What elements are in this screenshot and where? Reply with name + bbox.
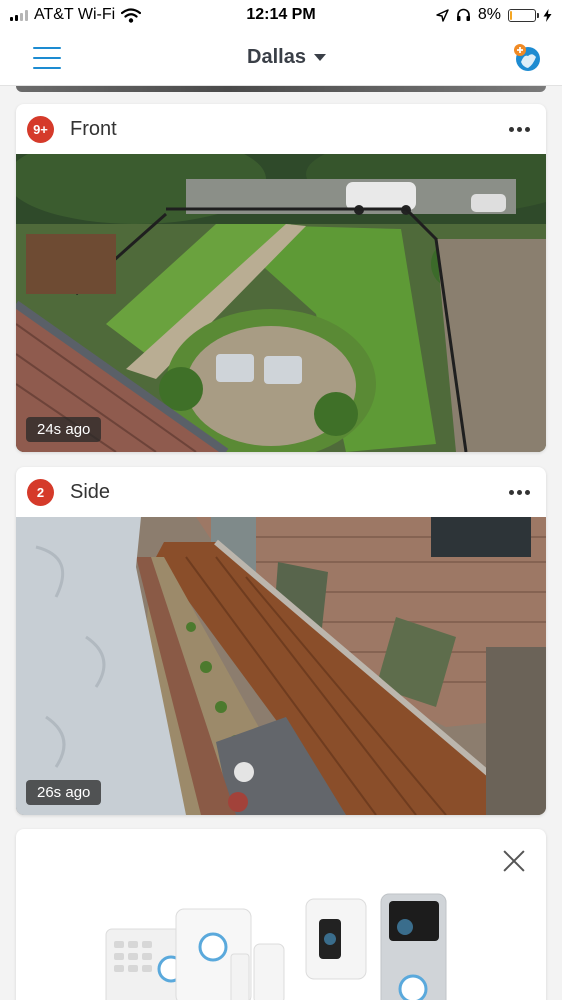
snapshot-age: 26s ago	[26, 780, 102, 805]
hamburger-menu-icon[interactable]	[33, 46, 61, 69]
promo-card[interactable]	[16, 829, 546, 1000]
camera-name: Side	[70, 480, 111, 503]
status-right: 8%	[342, 6, 552, 24]
camera-card-header: 9+ Front	[16, 104, 546, 154]
event-count-badge: 2	[27, 478, 54, 506]
location-arrow-icon	[436, 8, 449, 22]
carrier-label: AT&T Wi-Fi	[34, 6, 116, 23]
wifi-icon	[121, 7, 142, 23]
clock: 12:14 PM	[246, 6, 316, 23]
headphones-icon	[456, 8, 470, 21]
battery-percent: 8%	[477, 6, 501, 23]
more-options-icon[interactable]	[507, 484, 532, 501]
camera-card-front[interactable]: 9+ Front 24s ago	[16, 104, 546, 452]
product-lineup-image	[105, 893, 447, 1000]
add-device-icon[interactable]	[512, 43, 542, 73]
app-header: Dallas	[0, 30, 562, 86]
event-count-badge: 9+	[27, 115, 54, 143]
snapshot-age: 24s ago	[26, 417, 102, 442]
more-options-icon[interactable]	[507, 121, 532, 138]
battery-icon	[508, 8, 539, 22]
camera-card-side[interactable]: 2 Side 26s ago	[16, 467, 546, 815]
camera-snapshot-side[interactable]: 26s ago	[16, 517, 546, 815]
location-label: Dallas	[247, 46, 306, 68]
cell-signal-icon	[10, 9, 28, 21]
location-selector[interactable]: Dallas	[247, 46, 326, 69]
camera-snapshot-front[interactable]: 24s ago	[16, 154, 546, 452]
previous-camera-snapshot	[16, 86, 546, 92]
camera-card-header: 2 Side	[16, 467, 546, 517]
charging-bolt-icon	[543, 8, 552, 22]
camera-name: Front	[70, 117, 117, 140]
chevron-down-icon	[313, 54, 326, 61]
status-bar: AT&T Wi-Fi 12:14 PM 8%	[0, 0, 562, 30]
status-left: AT&T Wi-Fi	[10, 6, 220, 24]
